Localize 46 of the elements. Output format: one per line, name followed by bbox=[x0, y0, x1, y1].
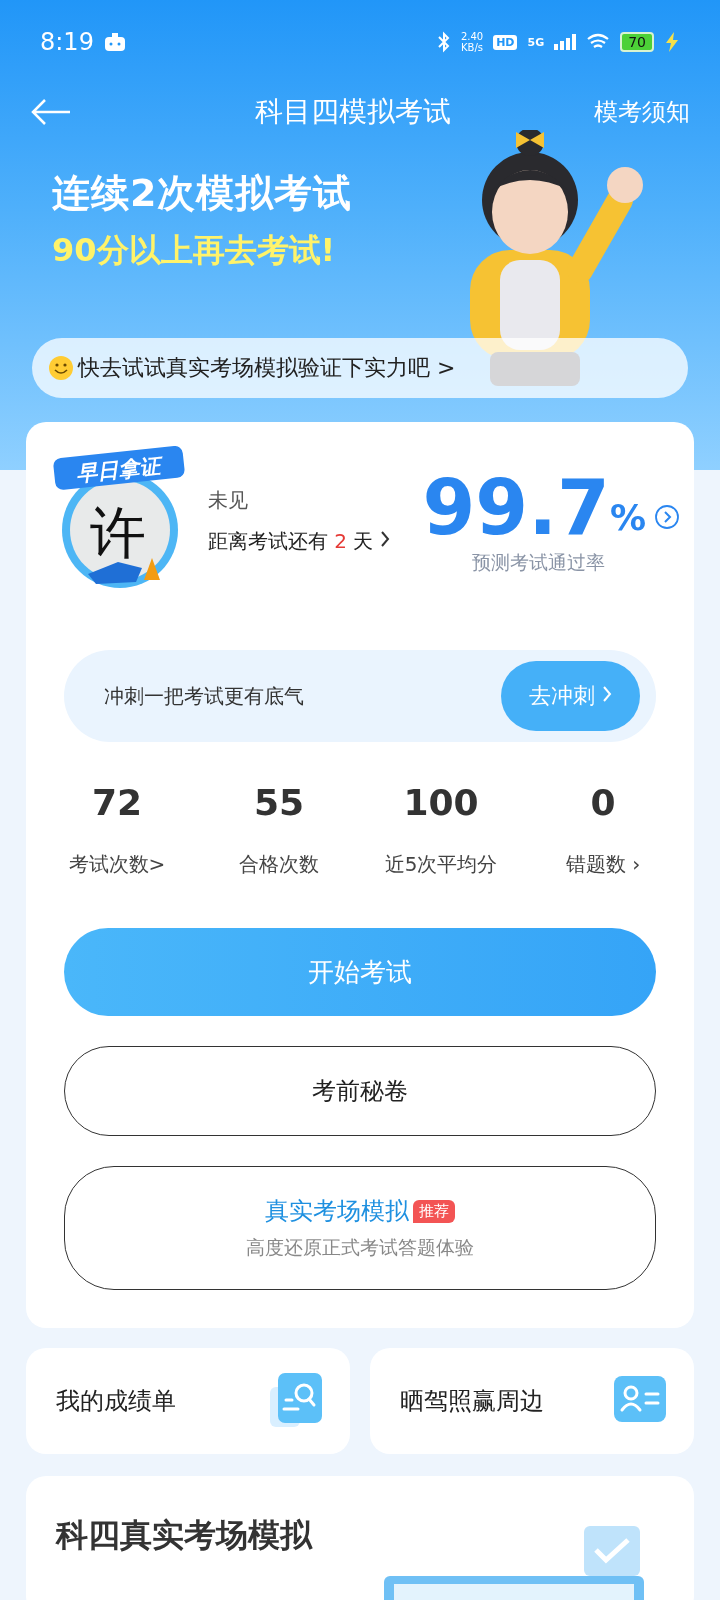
recommend-tag: 推荐 bbox=[413, 1199, 455, 1223]
section-title: 科四真实考场模拟 bbox=[56, 1516, 312, 1554]
back-arrow-icon[interactable] bbox=[30, 98, 72, 126]
stat-label[interactable]: 考试次数> bbox=[68, 851, 166, 878]
robot-icon bbox=[103, 32, 126, 52]
network-type: 5G bbox=[527, 35, 545, 49]
tip-text: 快去试试真实考场模拟验证下实力吧 > bbox=[78, 354, 456, 382]
banner-subheadline: 90分以上再去考试! bbox=[52, 230, 337, 271]
stat-value: 0 bbox=[590, 782, 616, 823]
real-exam-title: 真实考场模拟 bbox=[265, 1196, 409, 1227]
signal-icon bbox=[554, 34, 577, 50]
stat-label[interactable]: 近5次平均分 bbox=[384, 851, 498, 878]
wifi-icon bbox=[586, 33, 611, 51]
status-time: 8:19 bbox=[40, 28, 94, 56]
stat-value: 100 bbox=[403, 782, 479, 823]
shortcut-tile[interactable]: 我的成绩单 bbox=[26, 1348, 350, 1454]
exam-countdown[interactable]: 距离考试还有 2 天 bbox=[208, 528, 423, 555]
real-exam-subtitle: 高度还原正式考试答题体验 bbox=[246, 1235, 474, 1260]
pass-rate-label: 预测考试通过率 bbox=[471, 550, 605, 575]
user-name: 未见 bbox=[208, 487, 249, 514]
tile-label: 我的成绩单 bbox=[56, 1386, 176, 1417]
page-title: 科目四模拟考试 bbox=[254, 94, 452, 130]
chevron-right-icon bbox=[602, 685, 612, 703]
tile-label: 晒驾照赢周边 bbox=[400, 1386, 544, 1417]
bluetooth-icon bbox=[436, 31, 451, 53]
hd-indicator: HD bbox=[493, 34, 518, 50]
sprint-text: 冲刺一把考试更有底气 bbox=[104, 682, 305, 710]
stat-value: 55 bbox=[253, 782, 305, 823]
pass-rate-unit: % bbox=[609, 496, 646, 538]
chevron-circle-icon[interactable] bbox=[654, 504, 680, 530]
net-speed: 2.40 bbox=[460, 31, 484, 42]
battery-level: 70 bbox=[620, 32, 654, 52]
stat-label[interactable]: 错题数 › bbox=[565, 851, 641, 878]
charging-icon bbox=[664, 32, 680, 52]
chevron-right-icon bbox=[379, 530, 390, 548]
stat-value: 72 bbox=[91, 782, 143, 823]
search-document-icon bbox=[270, 1373, 322, 1429]
real-exam-button[interactable]: 真实考场模拟 推荐 高度还原正式考试答题体验 bbox=[64, 1166, 656, 1290]
net-speed-unit: KB/s bbox=[461, 42, 483, 53]
shortcut-tile[interactable]: 晒驾照赢周边 bbox=[370, 1348, 694, 1454]
pass-rate-value: 99.7 bbox=[422, 466, 610, 550]
stat-label[interactable]: 合格次数 bbox=[239, 851, 319, 878]
secret-paper-button[interactable]: 考前秘卷 bbox=[64, 1046, 656, 1136]
smiley-icon bbox=[48, 355, 74, 381]
tip-banner[interactable]: 快去试试真实考场模拟验证下实力吧 > bbox=[32, 338, 688, 398]
banner-headline: 连续2次模拟考试 bbox=[52, 170, 354, 217]
